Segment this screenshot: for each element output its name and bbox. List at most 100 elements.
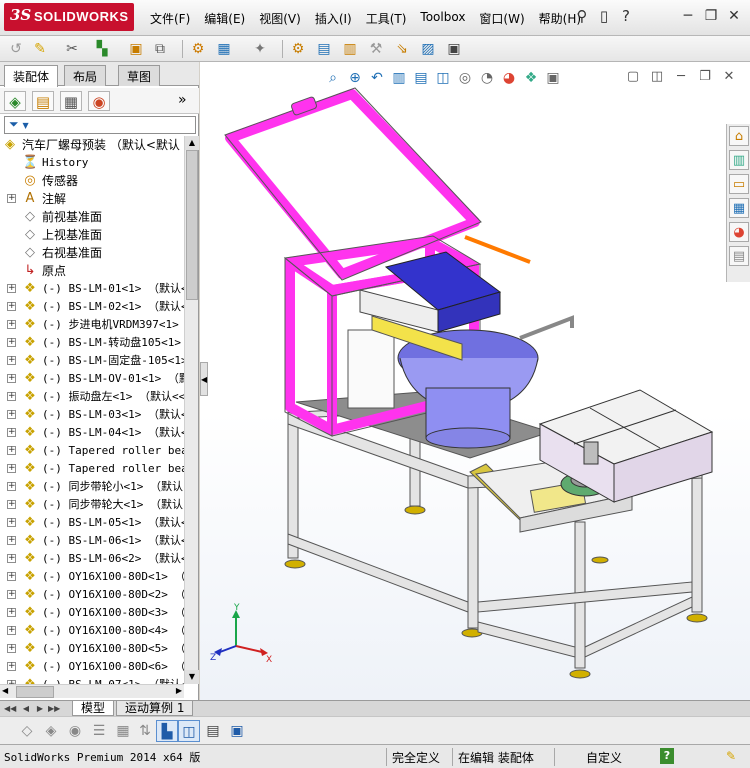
menu-toolbox[interactable]: Toolbox: [420, 10, 465, 27]
hidden-removed-icon[interactable]: ◉: [64, 720, 86, 742]
tree-component[interactable]: + ❖ (-) BS-LM-06<2> （默认<<: [0, 550, 184, 568]
expand-icon[interactable]: +: [7, 554, 16, 563]
appearances-icon[interactable]: ◕: [729, 222, 749, 242]
menu-tools[interactable]: 工具(T): [366, 10, 407, 27]
instant3d-icon[interactable]: ▨: [418, 39, 438, 59]
previous-view-icon[interactable]: ↶: [366, 67, 388, 89]
tab-motion-study[interactable]: 运动算例 1: [116, 701, 194, 716]
close-icon[interactable]: ✕: [720, 69, 738, 85]
question-icon[interactable]: ?: [618, 7, 634, 25]
shaded-edges-icon[interactable]: ☰: [88, 720, 110, 742]
expand-icon[interactable]: +: [7, 194, 16, 203]
expand-icon[interactable]: +: [7, 518, 16, 527]
menu-insert[interactable]: 插入(I): [315, 10, 352, 27]
close-button[interactable]: ✕: [724, 7, 744, 25]
linear-pattern-icon[interactable]: ⧉: [150, 39, 170, 59]
expand-icon[interactable]: +: [7, 320, 16, 329]
tree-component[interactable]: + ❖ (-) 振动盘左<1> （默认<<: [0, 388, 184, 406]
scroll-left-icon[interactable]: ◀: [2, 686, 8, 695]
view-palette-icon[interactable]: ▦: [729, 198, 749, 218]
expand-icon[interactable]: +: [7, 662, 16, 671]
attach-icon[interactable]: ✂: [62, 39, 82, 59]
expand-icon[interactable]: +: [7, 410, 16, 419]
tree-component[interactable]: + ❖ (-) BS-LM-02<1> （默认<<: [0, 298, 184, 316]
graphics-area[interactable]: ⌕ ⊕ ↶ ▥ ▤ ◫ ◎ ◔ ◕ ❖ ▣ ▢ ◫ ─ ❐ ✕ ⌂ ▥ ▭ ▦ …: [200, 62, 750, 700]
assembly-features-icon[interactable]: ⚙: [288, 39, 308, 59]
pin-icon[interactable]: ⚲: [574, 7, 590, 25]
undo-icon[interactable]: ↺: [6, 39, 26, 59]
edit-appearance-icon[interactable]: ◕: [498, 67, 520, 89]
last-tab-icon[interactable]: ▶▶: [48, 702, 60, 715]
zoom-area-icon[interactable]: ⊕: [344, 67, 366, 89]
new-document-icon[interactable]: ▯: [596, 7, 612, 25]
home-icon[interactable]: ⌂: [729, 126, 749, 146]
pane-collapse-handle[interactable]: ◀: [200, 362, 208, 396]
tree-component[interactable]: + ❖ (-) Tapered roller bear: [0, 442, 184, 460]
expand-icon[interactable]: +: [7, 572, 16, 581]
expand-icon[interactable]: +: [7, 464, 16, 473]
tab-layout[interactable]: 布局: [64, 65, 107, 86]
tree-component[interactable]: + ❖ (-) OY16X100-80D<5> （默: [0, 640, 184, 658]
new-motion-study-icon[interactable]: ▥: [340, 39, 360, 59]
view-orientation-icon[interactable]: ◫: [432, 67, 454, 89]
expand-icon[interactable]: +: [7, 590, 16, 599]
scroll-down-icon[interactable]: ▼: [185, 670, 199, 684]
tab-assembly[interactable]: 装配体: [4, 65, 59, 87]
wireframe-icon[interactable]: ◇: [16, 720, 38, 742]
expand-icon[interactable]: +: [7, 302, 16, 311]
tree-component[interactable]: +❖(-) BS-LM-07<1> （默认<<: [0, 676, 184, 684]
tab-sketch[interactable]: 草图: [118, 65, 161, 86]
tree-component[interactable]: + ❖ (-) BS-LM-固定盘-105<1>: [0, 352, 184, 370]
section-view-icon[interactable]: ▥: [388, 67, 410, 89]
property-manager-icon[interactable]: ▤: [32, 91, 54, 111]
split-icon[interactable]: ◫: [648, 69, 666, 85]
tab-model[interactable]: 模型: [72, 701, 115, 716]
tree-vertical-scrollbar[interactable]: ▲ ▼: [184, 136, 199, 684]
tree-feature[interactable]: ↳ 原点: [0, 262, 184, 280]
minimize-button[interactable]: ─: [678, 7, 698, 25]
expand-icon[interactable]: »: [178, 92, 187, 108]
tree-feature[interactable]: ◎ 传感器: [0, 172, 184, 190]
configuration-manager-icon[interactable]: ▦: [60, 91, 82, 111]
tree-component[interactable]: + ❖ (-) BS-LM-01<1> （默认<<: [0, 280, 184, 298]
expand-icon[interactable]: +: [7, 626, 16, 635]
hidden-lines-icon[interactable]: ◈: [40, 720, 62, 742]
tree-component[interactable]: + ❖ (-) BS-LM-05<1> （默认<<: [0, 514, 184, 532]
tree-component[interactable]: + ❖ (-) BS-LM-转动盘105<1>: [0, 334, 184, 352]
tree-component[interactable]: + ❖ (-) BS-LM-06<1> （默认<<: [0, 532, 184, 550]
hscroll-thumb[interactable]: [16, 686, 54, 698]
expand-icon[interactable]: +: [7, 608, 16, 617]
display-style-icon[interactable]: ◎: [454, 67, 476, 89]
feature-tree-icon[interactable]: ◈: [4, 91, 26, 111]
next-tab-icon[interactable]: ▶: [34, 702, 46, 715]
table-icon[interactable]: ▤: [202, 720, 224, 742]
section-icon[interactable]: ⇅: [134, 720, 156, 742]
tree-feature[interactable]: ◇ 上视基准面: [0, 226, 184, 244]
shaded-icon[interactable]: ▦: [112, 720, 134, 742]
tree-component[interactable]: + ❖ (-) BS-LM-04<1> （默认<<: [0, 424, 184, 442]
restore-button[interactable]: ❐: [701, 7, 721, 25]
move-component-icon[interactable]: ▦: [214, 39, 234, 59]
units-selector[interactable]: 自定义: [586, 749, 622, 766]
tree-filter[interactable]: ⏷ ▼: [4, 116, 196, 134]
expand-icon[interactable]: +: [7, 392, 16, 401]
scroll-right-icon[interactable]: ▶: [176, 686, 182, 695]
tree-component[interactable]: + ❖ (-) 同步带轮大<1> （默认: [0, 496, 184, 514]
file-explorer-icon[interactable]: ▭: [729, 174, 749, 194]
insert-components-icon[interactable]: ▚: [92, 39, 112, 59]
tree-root[interactable]: ◈ 汽车厂螺母预装 （默认<默认: [0, 136, 184, 154]
tree-component[interactable]: + ❖ (-) Tapered roller bear: [0, 460, 184, 478]
tree-feature[interactable]: ◇ 右视基准面: [0, 244, 184, 262]
tile-icon[interactable]: ▢: [624, 69, 642, 85]
open-icon[interactable]: ✎: [30, 39, 50, 59]
apply-scene-icon[interactable]: ❖: [520, 67, 542, 89]
render-icon[interactable]: ▙: [156, 720, 178, 742]
first-tab-icon[interactable]: ◀◀: [4, 702, 16, 715]
minimize-icon[interactable]: ─: [672, 69, 690, 85]
menu-view[interactable]: 视图(V): [259, 10, 301, 27]
expand-icon[interactable]: +: [7, 428, 16, 437]
exploded-view-icon[interactable]: ⇘: [392, 39, 412, 59]
design-library-icon[interactable]: ▥: [729, 150, 749, 170]
expand-icon[interactable]: +: [7, 446, 16, 455]
save-icon[interactable]: ▣: [226, 720, 248, 742]
